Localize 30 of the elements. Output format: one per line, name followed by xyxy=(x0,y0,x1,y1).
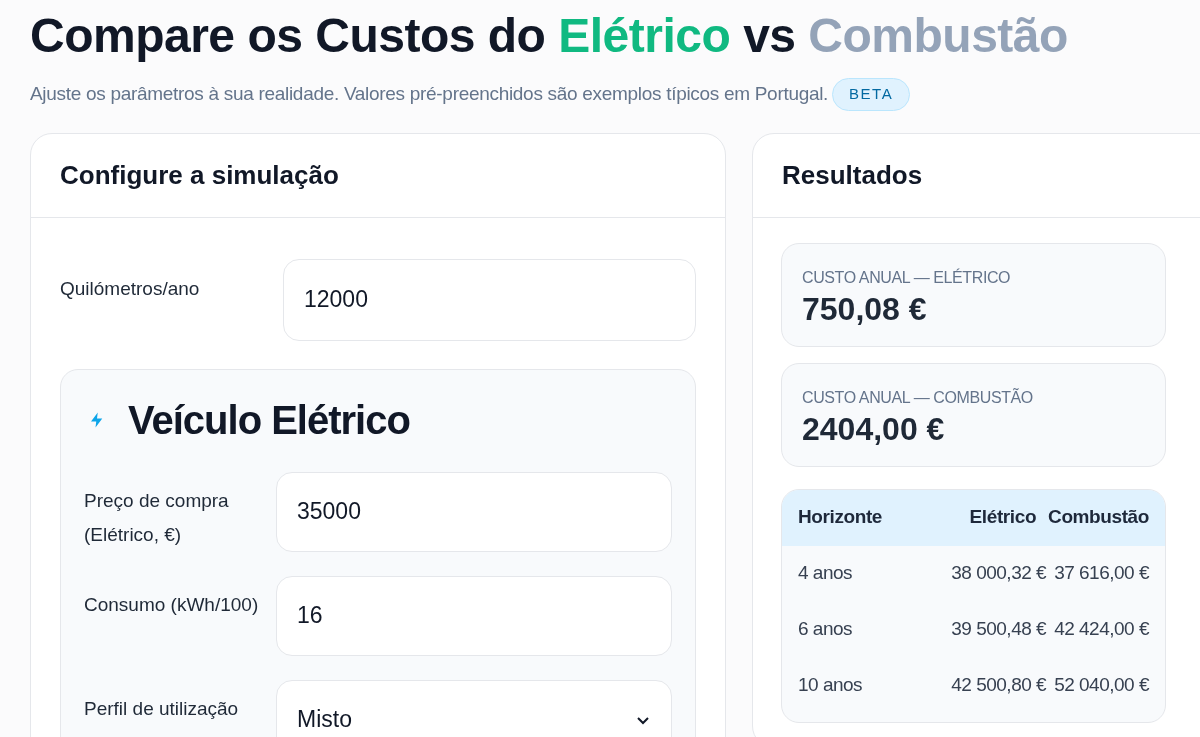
table-cell-text: 10 anos xyxy=(798,673,864,698)
input-field[interactable]: 35000 xyxy=(276,471,672,552)
column-header: Combustão xyxy=(1048,505,1149,530)
stat-value: 750,08 € xyxy=(802,289,928,328)
stat-label: CUSTO ANUAL — ELÉTRICO xyxy=(802,267,1012,288)
table-cell-text: 52 040,00 € xyxy=(1054,673,1149,698)
input-field[interactable]: 16 xyxy=(276,575,672,656)
table-cell-text: 42 424,00 € xyxy=(1054,617,1149,642)
column-header: Elétrico xyxy=(969,505,1037,530)
card-title: Resultados xyxy=(782,158,923,192)
stat-value: 2404,00 € xyxy=(802,409,946,448)
table-cell-text: 4 anos xyxy=(798,561,854,586)
subtitle: Ajuste os parâmetros à sua realidade. Valores pré-preenchidos são exemplos típicos em Portugal. xyxy=(30,82,829,106)
table-cell-text: 42 500,80 € xyxy=(951,673,1047,698)
stat-label: CUSTO ANUAL — COMBUSTÃO xyxy=(802,387,1034,408)
table-cell-text: 37 616,00 € xyxy=(1054,561,1149,586)
table-cell-text: 38 000,32 € xyxy=(951,561,1047,586)
section-title: Veículo Elétrico xyxy=(128,396,410,444)
page-title: Compare os Custos do Elétrico vs Combustão xyxy=(30,8,1069,64)
field-label: Perfil de utilização xyxy=(84,696,240,721)
beta-badge: BETA xyxy=(832,78,911,111)
field-label: Quilómetros/ano xyxy=(60,276,201,301)
column-header: Horizonte xyxy=(798,505,883,530)
table-cell-text: 39 500,48 € xyxy=(951,617,1047,642)
field-label: Consumo (kWh/100) xyxy=(84,592,260,617)
table-cell-text: 6 anos xyxy=(798,617,854,642)
select-field[interactable]: Misto xyxy=(276,679,672,737)
field-label: Preço de compra (Elétrico, €) xyxy=(84,488,230,547)
input-field[interactable]: 12000 xyxy=(283,258,696,341)
card-title: Configure a simulação xyxy=(60,158,339,192)
